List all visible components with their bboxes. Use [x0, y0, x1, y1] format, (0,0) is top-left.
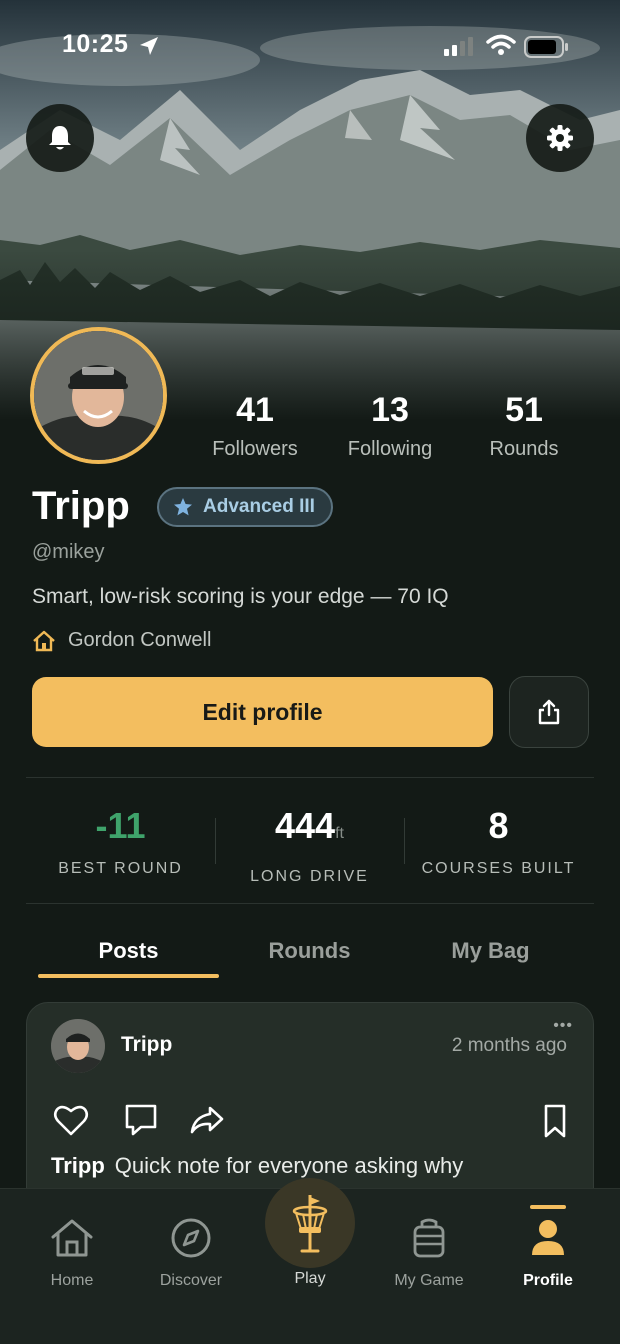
- tab-posts[interactable]: Posts: [38, 938, 219, 964]
- nav-profile[interactable]: Profile: [488, 1217, 608, 1290]
- tab-my-bag[interactable]: My Bag: [400, 938, 581, 964]
- long-drive-label: LONG DRIVE: [250, 868, 369, 885]
- rounds-label: Rounds: [489, 438, 559, 460]
- star-icon: [174, 498, 192, 516]
- share-icon: [538, 699, 560, 725]
- long-drive-unit: ft: [335, 825, 344, 842]
- more-options-icon[interactable]: •••: [553, 1017, 573, 1035]
- heart-icon: [53, 1105, 89, 1136]
- nav-discover[interactable]: Discover: [131, 1217, 251, 1290]
- profile-handle: @mikey: [32, 541, 105, 563]
- home-course[interactable]: Gordon Conwell: [32, 629, 211, 652]
- comment-icon: [125, 1104, 157, 1136]
- profile-screen: 10:25 41 Followers 13 Following 51 Round…: [0, 0, 620, 1344]
- wifi-icon: [486, 34, 516, 61]
- profile-avatar[interactable]: [30, 327, 167, 464]
- post-actions: [51, 1103, 571, 1143]
- share-post-button[interactable]: [189, 1103, 225, 1142]
- like-button[interactable]: [53, 1103, 89, 1142]
- battery-icon: [524, 36, 570, 63]
- home-icon: [51, 1219, 93, 1257]
- skill-badge[interactable]: Advanced III: [157, 487, 333, 527]
- nav-my-game-label: My Game: [394, 1272, 464, 1289]
- bookmark-icon: [544, 1104, 566, 1138]
- followers-stat[interactable]: 41 Followers: [190, 390, 320, 461]
- following-stat[interactable]: 13 Following: [325, 390, 455, 461]
- courses-built-label: COURSES BUILT: [421, 860, 576, 877]
- settings-button[interactable]: [526, 104, 594, 172]
- play-button[interactable]: [265, 1178, 355, 1268]
- bookmark-button[interactable]: [541, 1103, 569, 1144]
- profile-bio: Smart, low-risk scoring is your edge — 7…: [32, 585, 449, 608]
- skill-badge-label: Advanced III: [203, 496, 315, 517]
- best-round-value: -11: [95, 805, 146, 846]
- post-author-name[interactable]: Tripp: [121, 1033, 172, 1057]
- rounds-count: 51: [505, 391, 543, 429]
- nav-my-game[interactable]: My Game: [369, 1217, 489, 1290]
- comment-button[interactable]: [123, 1103, 159, 1142]
- home-icon: [33, 630, 55, 651]
- best-round-label: BEST ROUND: [58, 860, 183, 877]
- nav-home-label: Home: [50, 1272, 94, 1289]
- profile-stats: 41 Followers 13 Following 51 Rounds: [190, 390, 590, 470]
- post-body-text: Quick note for everyone asking why: [114, 1153, 464, 1178]
- person-icon: [532, 1220, 564, 1255]
- gear-icon: [547, 125, 573, 151]
- long-drive-stat[interactable]: 444ft LONG DRIVE: [215, 804, 404, 886]
- compass-icon: [171, 1218, 211, 1258]
- nav-profile-label: Profile: [523, 1272, 573, 1289]
- notifications-button[interactable]: [26, 104, 94, 172]
- disc-bag-icon: [413, 1218, 445, 1258]
- active-nav-indicator: [530, 1205, 566, 1209]
- followers-label: Followers: [212, 438, 298, 460]
- following-count: 13: [371, 391, 409, 429]
- courses-built-stat[interactable]: 8 COURSES BUILT: [404, 804, 593, 878]
- post-author-avatar[interactable]: [51, 1019, 105, 1073]
- edit-profile-button[interactable]: Edit profile: [32, 677, 493, 747]
- bell-icon: [49, 126, 71, 150]
- nav-home[interactable]: Home: [12, 1217, 132, 1290]
- divider: [26, 903, 594, 904]
- home-course-name: Gordon Conwell: [68, 629, 212, 651]
- share-button[interactable]: [509, 676, 589, 748]
- forward-arrow-icon: [190, 1106, 224, 1134]
- tab-rounds[interactable]: Rounds: [219, 938, 400, 964]
- profile-tabs: Posts Rounds My Bag: [38, 930, 582, 980]
- courses-built-value: 8: [488, 805, 509, 846]
- profile-name: Tripp: [32, 484, 130, 528]
- status-time: 10:25: [62, 30, 129, 58]
- divider: [26, 777, 594, 778]
- following-label: Following: [347, 438, 433, 460]
- post-body: Tripp Quick note for everyone asking why: [51, 1153, 463, 1179]
- post-timestamp: 2 months ago: [451, 1035, 567, 1056]
- rounds-stat[interactable]: 51 Rounds: [459, 390, 589, 461]
- post-body-author[interactable]: Tripp: [51, 1153, 105, 1178]
- followers-count: 41: [236, 391, 274, 429]
- cellular-signal-icon: [444, 36, 476, 61]
- location-arrow-icon: [138, 35, 160, 62]
- nav-play-label: Play: [294, 1270, 326, 1287]
- active-tab-indicator: [38, 974, 219, 978]
- best-round-stat[interactable]: -11 BEST ROUND: [26, 804, 215, 878]
- long-drive-value: 444: [275, 805, 336, 846]
- status-bar: 10:25: [0, 0, 620, 92]
- disc-golf-basket-icon: [292, 1195, 328, 1253]
- nav-discover-label: Discover: [159, 1272, 223, 1289]
- highlight-stats: -11 BEST ROUND 444ft LONG DRIVE 8 COURSE…: [26, 790, 594, 890]
